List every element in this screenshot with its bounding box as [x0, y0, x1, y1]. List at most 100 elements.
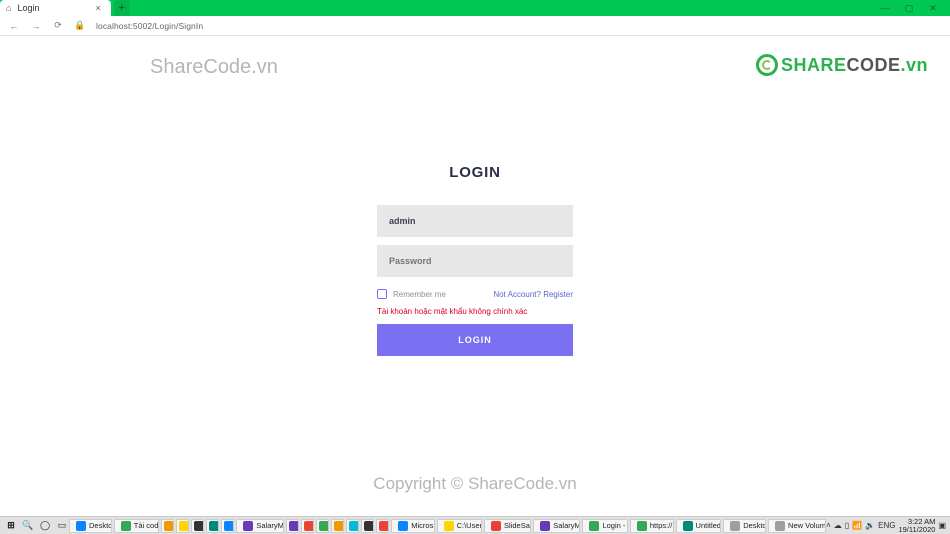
register-link[interactable]: Not Account? Register — [493, 290, 573, 299]
taskbar-item[interactable] — [161, 519, 174, 533]
tray-volume-icon[interactable]: 🔉 — [865, 521, 875, 530]
login-title: LOGIN — [377, 164, 573, 181]
taskbar-item-label: Untitled... — [696, 521, 722, 530]
taskbar-item-label: https://... — [650, 521, 674, 530]
search-icon[interactable]: 🔍 — [21, 519, 35, 533]
error-message: Tài khoản hoặc mật khẩu không chính xác — [377, 307, 573, 316]
taskbar-item[interactable] — [176, 519, 189, 533]
taskbar-item-icon — [379, 521, 389, 531]
taskbar-item-icon — [76, 521, 86, 531]
task-view-icon[interactable]: ▭ — [55, 519, 69, 533]
taskbar-item-label: SalaryM... — [256, 521, 283, 530]
notifications-icon[interactable]: ▣ — [938, 521, 946, 530]
taskbar-item[interactable] — [361, 519, 374, 533]
taskbar-item[interactable] — [376, 519, 389, 533]
taskbar-item-label: SalaryM... — [553, 521, 580, 530]
taskbar-item-icon — [304, 521, 314, 531]
home-icon: ⌂ — [6, 3, 11, 13]
taskbar-item[interactable]: SalaryM... — [236, 519, 283, 533]
taskbar-item-icon — [289, 521, 299, 531]
password-input[interactable] — [377, 245, 573, 277]
login-button[interactable]: LOGIN — [377, 324, 573, 356]
browser-address-bar: ← → ⟳ 🔒 localhost:5002/Login/SignIn — [0, 16, 950, 36]
minimize-icon[interactable]: — — [880, 3, 890, 13]
watermark-logo: SHARECODE.vn — [756, 54, 928, 76]
taskbar-item-label: SlideSal... — [504, 521, 531, 530]
tab-title: Login — [17, 3, 39, 13]
taskbar-item[interactable]: Desktop — [69, 519, 112, 533]
taskbar-item-icon — [349, 521, 359, 531]
taskbar: ⊞ 🔍 ◯ ▭ Desktop Tải cod... SalaryM... Micro… — [0, 516, 950, 534]
watermark-bottom: Copyright © ShareCode.vn — [373, 474, 576, 494]
taskbar-item[interactable]: Micros... — [391, 519, 434, 533]
taskbar-item-icon — [775, 521, 785, 531]
taskbar-item-icon — [540, 521, 550, 531]
tray-chevron-icon[interactable]: ˄ — [826, 521, 831, 530]
tray-lang[interactable]: ENG — [878, 521, 895, 530]
url-text[interactable]: localhost:5002/Login/SignIn — [96, 21, 203, 31]
taskbar-item[interactable]: SlideSal... — [484, 519, 531, 533]
taskbar-item-icon — [179, 521, 189, 531]
username-input[interactable] — [377, 205, 573, 237]
taskbar-item[interactable]: Login - ... — [582, 519, 627, 533]
taskbar-item-label: Micros... — [411, 521, 434, 530]
close-icon[interactable]: × — [95, 3, 100, 13]
sharecode-logo-icon — [756, 54, 778, 76]
taskbar-item[interactable]: Untitled... — [676, 519, 722, 533]
taskbar-item-label: Tải cod... — [134, 521, 159, 530]
sharecode-logo-text: SHARECODE.vn — [781, 55, 928, 76]
taskbar-item[interactable]: Desktop — [723, 519, 766, 533]
taskbar-item-label: Login - ... — [602, 521, 627, 530]
taskbar-item-icon — [637, 521, 647, 531]
maximize-icon[interactable]: ▢ — [904, 3, 914, 14]
tray-wifi-icon[interactable]: 📶 — [852, 521, 862, 530]
login-form: LOGIN Remember me Not Account? Register … — [377, 164, 573, 356]
taskbar-item[interactable] — [221, 519, 234, 533]
remember-row: Remember me Not Account? Register — [377, 289, 573, 299]
taskbar-item-icon — [730, 521, 740, 531]
taskbar-item-icon — [589, 521, 599, 531]
tray-battery-icon[interactable]: ▯ — [845, 521, 849, 530]
taskbar-item-icon — [491, 521, 501, 531]
taskbar-item-icon — [364, 521, 374, 531]
taskbar-item[interactable]: C:\User... — [437, 519, 482, 533]
tray-cloud-icon[interactable]: ☁ — [834, 521, 842, 530]
taskbar-item-icon — [334, 521, 344, 531]
taskbar-item[interactable]: SalaryM... — [533, 519, 580, 533]
taskbar-item[interactable] — [331, 519, 344, 533]
forward-icon[interactable]: → — [30, 21, 42, 31]
taskbar-clock[interactable]: 3:22 AM 19/11/2020 — [898, 518, 935, 534]
lock-icon: 🔒 — [74, 20, 86, 31]
taskbar-item[interactable]: New Volume (D:) — [768, 519, 826, 533]
page-content: ShareCode.vn SHARECODE.vn Copyright © Sh… — [0, 36, 950, 516]
reload-icon[interactable]: ⟳ — [52, 20, 64, 31]
start-button[interactable]: ⊞ — [4, 519, 18, 533]
remember-label: Remember me — [393, 290, 446, 299]
close-window-icon[interactable]: ✕ — [928, 3, 938, 14]
watermark-top: ShareCode.vn — [150, 56, 278, 79]
taskbar-item[interactable]: https://... — [630, 519, 674, 533]
taskbar-item-icon — [444, 521, 454, 531]
taskbar-item-icon — [224, 521, 234, 531]
taskbar-item[interactable] — [346, 519, 359, 533]
remember-checkbox[interactable] — [377, 289, 387, 299]
window-controls: — ▢ ✕ — [868, 0, 950, 16]
back-icon[interactable]: ← — [8, 21, 20, 31]
taskbar-item-icon — [194, 521, 204, 531]
taskbar-item-icon — [319, 521, 329, 531]
cortana-icon[interactable]: ◯ — [38, 519, 52, 533]
taskbar-item-icon — [398, 521, 408, 531]
taskbar-item[interactable]: Tải cod... — [114, 519, 159, 533]
taskbar-item[interactable] — [206, 519, 219, 533]
taskbar-item[interactable] — [286, 519, 299, 533]
taskbar-item-icon — [209, 521, 219, 531]
browser-tab[interactable]: ⌂ Login × — [0, 0, 111, 16]
taskbar-item[interactable] — [316, 519, 329, 533]
taskbar-item-label: New Volume (D:) — [788, 521, 826, 530]
taskbar-item-icon — [164, 521, 174, 531]
taskbar-items: Desktop Tải cod... SalaryM... Micros...C:\U… — [69, 519, 826, 533]
taskbar-item[interactable] — [301, 519, 314, 533]
taskbar-item[interactable] — [191, 519, 204, 533]
taskbar-item-label: Desktop — [743, 521, 766, 530]
new-tab-button[interactable]: + — [114, 0, 130, 16]
